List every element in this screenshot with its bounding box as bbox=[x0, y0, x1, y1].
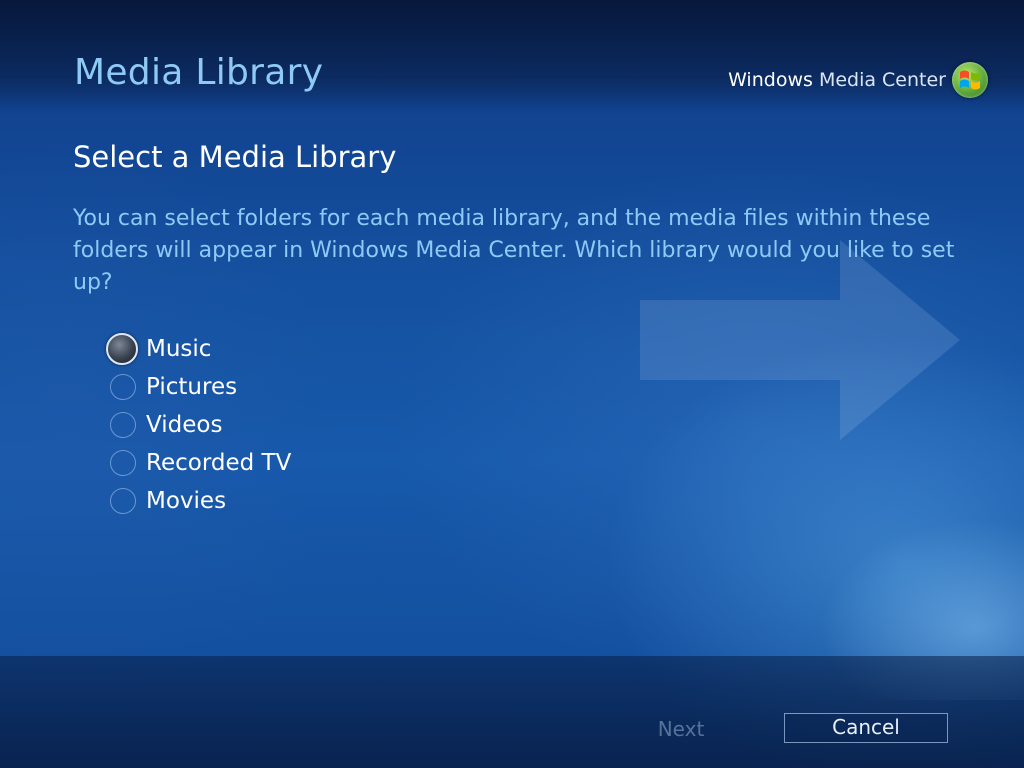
library-options: Music Pictures Videos Recorded TV Movies bbox=[106, 330, 291, 520]
radio-icon[interactable] bbox=[110, 450, 136, 476]
option-label: Videos bbox=[146, 412, 223, 438]
brand-name-bold: Windows bbox=[728, 69, 813, 91]
cancel-button[interactable]: Cancel bbox=[784, 713, 948, 743]
radio-icon[interactable] bbox=[110, 374, 136, 400]
option-music[interactable]: Music bbox=[106, 330, 291, 368]
option-label: Pictures bbox=[146, 374, 238, 400]
section-heading: Select a Media Library bbox=[73, 140, 397, 174]
next-button[interactable]: Next bbox=[618, 713, 744, 745]
option-videos[interactable]: Videos bbox=[106, 406, 291, 444]
brand: Windows Media Center bbox=[728, 62, 988, 98]
radio-selected-icon[interactable] bbox=[106, 333, 138, 365]
option-label: Music bbox=[146, 336, 212, 362]
radio-icon[interactable] bbox=[110, 412, 136, 438]
option-label: Movies bbox=[146, 488, 227, 514]
option-movies[interactable]: Movies bbox=[106, 482, 291, 520]
option-recorded-tv[interactable]: Recorded TV bbox=[106, 444, 291, 482]
footer-bar bbox=[0, 656, 1024, 768]
brand-name-light: Media Center bbox=[818, 69, 946, 91]
option-pictures[interactable]: Pictures bbox=[106, 368, 291, 406]
description-text: You can select folders for each media li… bbox=[73, 206, 955, 295]
radio-icon[interactable] bbox=[110, 488, 136, 514]
windows-logo-icon bbox=[952, 62, 988, 98]
option-label: Recorded TV bbox=[146, 450, 292, 476]
media-center-screen: Media Library Windows Media Center Selec… bbox=[0, 0, 1024, 768]
page-title: Media Library bbox=[74, 52, 324, 93]
